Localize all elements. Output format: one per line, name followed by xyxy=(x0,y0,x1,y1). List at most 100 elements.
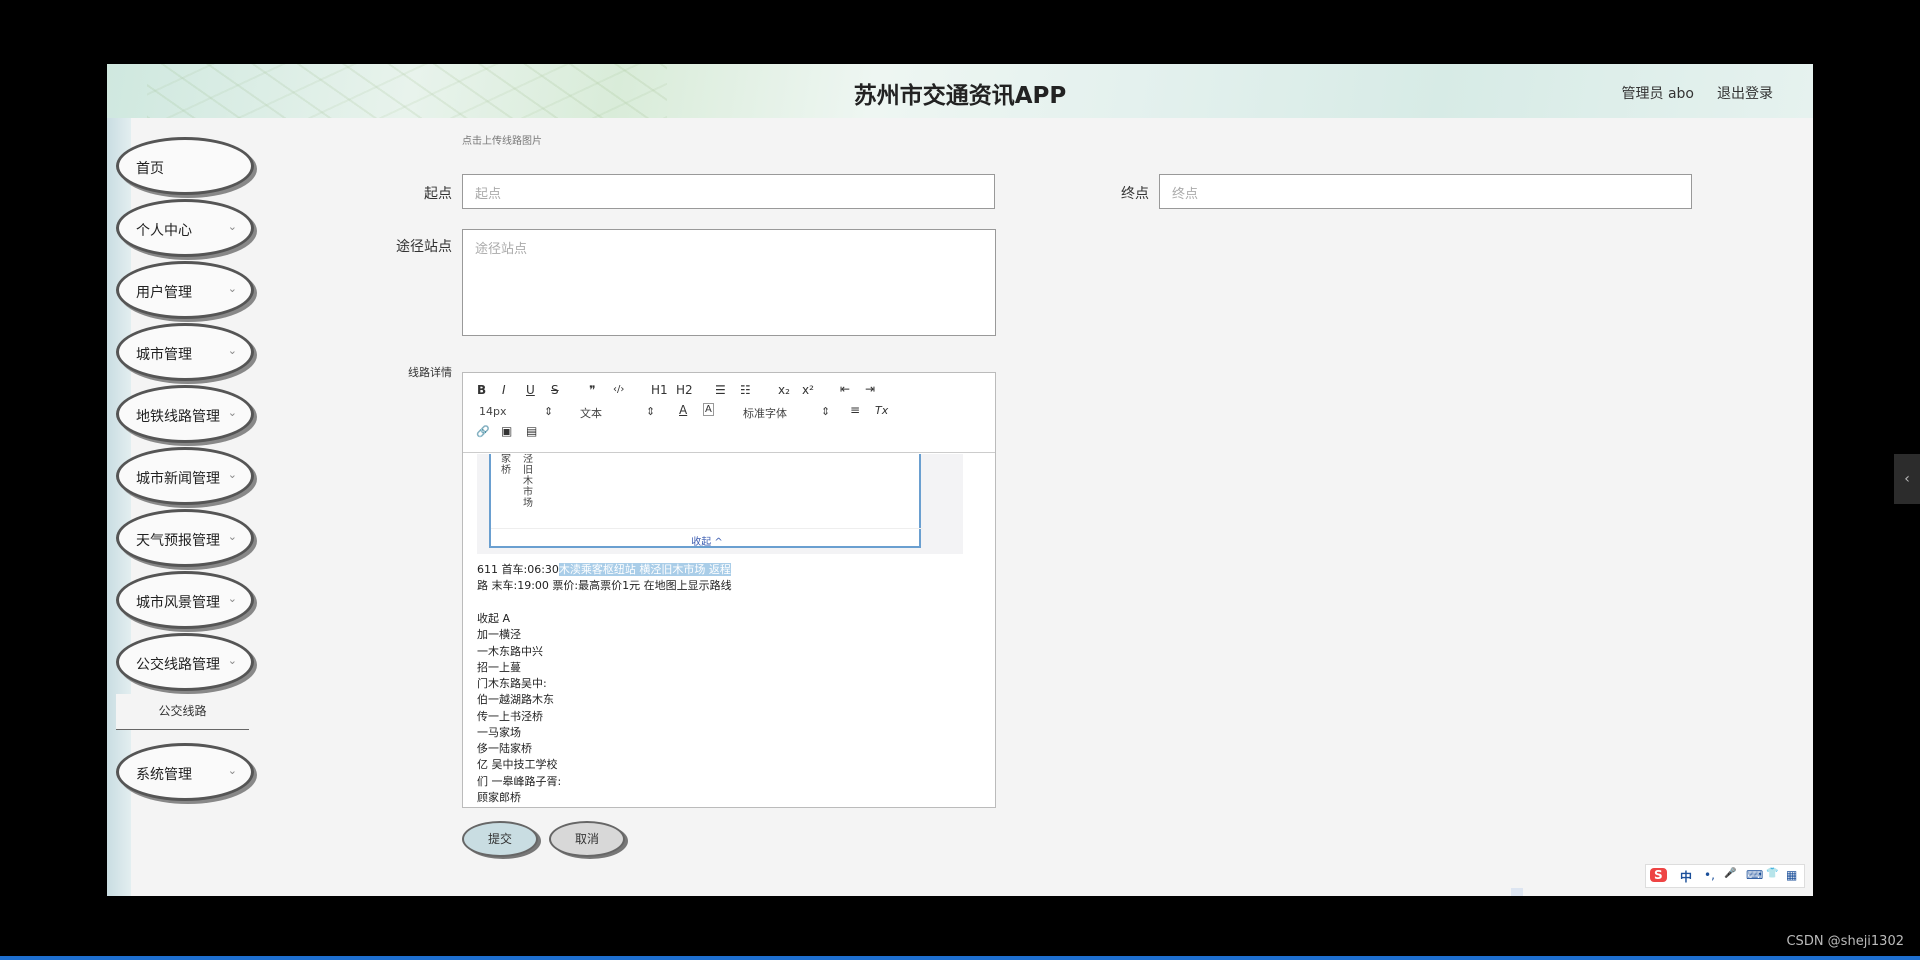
route-info-line: 611 首车:06:30木渎乘客枢纽站 横泾旧木市场 返程 xyxy=(477,561,731,577)
select-arrows-icon: ⇕ xyxy=(646,405,656,418)
route-image-station-text: 家桥 xyxy=(501,454,511,476)
sidebar-item-label: 城市新闻管理 xyxy=(136,471,220,487)
list-item: 传一上书泾桥 xyxy=(477,710,543,723)
selected-text: 木渎乘客枢纽站 横泾旧木市场 返程 xyxy=(558,563,731,576)
image-icon[interactable]: ▣ xyxy=(501,424,512,438)
italic-button[interactable]: I xyxy=(502,383,506,397)
route-image-station-text: 泾旧木市场 xyxy=(523,454,533,509)
end-input[interactable]: 终点 xyxy=(1159,174,1692,209)
sidebar-item-label: 天气预报管理 xyxy=(136,533,220,549)
sidebar-item-label: 首页 xyxy=(136,161,164,177)
sidebar-item-profile[interactable]: 个人中心 ⌄ xyxy=(116,199,254,257)
font-color-icon[interactable]: A xyxy=(679,403,687,417)
sidebar-item-system[interactable]: 系统管理 ⌄ xyxy=(116,743,254,801)
editor-content[interactable]: 家桥 泾旧木市场 收起 ^ 611 首车:06:30木渎乘客枢纽站 横泾旧木市场… xyxy=(463,454,995,807)
list-item: 顾家郎桥 xyxy=(477,791,521,804)
text-type-select[interactable]: 文本 ⇕ xyxy=(580,405,655,421)
route-detail-label: 线路详情 xyxy=(408,366,452,379)
chevron-down-icon: ⌄ xyxy=(227,654,237,667)
list-item: 一木东路中兴 xyxy=(477,645,543,658)
cancel-button[interactable]: 取消 xyxy=(549,821,625,857)
font-family-select[interactable]: 标准字体 ⇕ xyxy=(743,405,830,421)
outdent-icon[interactable]: ⇤ xyxy=(840,382,850,396)
sidebar-item-metro[interactable]: 地铁线路管理 ⌄ xyxy=(116,385,254,443)
bold-button[interactable]: B xyxy=(477,383,486,397)
rich-text-editor[interactable]: B I U S ❞ ‹/› H1 H2 ☰ ☷ x₂ x² ⇤ ⇥ 14px ⇕ … xyxy=(462,372,996,808)
clear-format-icon[interactable]: Tx xyxy=(875,404,888,417)
sidebar-item-weather[interactable]: 天气预报管理 ⌄ xyxy=(116,509,254,567)
sidebar-item-label: 地铁线路管理 xyxy=(136,409,220,425)
sidebar-item-users[interactable]: 用户管理 ⌄ xyxy=(116,261,254,319)
list-item: 一马家场 xyxy=(477,726,521,739)
underline-button[interactable]: U xyxy=(526,383,535,397)
ime-toolbar[interactable]: S 中 •, 🎤 ⌨ 👕 ▦ xyxy=(1645,864,1805,888)
ime-logo-icon[interactable]: S xyxy=(1650,868,1667,882)
code-block-icon[interactable]: ‹/› xyxy=(613,384,624,395)
ordered-list-icon[interactable]: ☰ xyxy=(715,383,726,397)
sidebar-item-label: 公交线路管理 xyxy=(136,657,220,673)
list-item: 门木东路吴中: xyxy=(477,677,547,690)
sidebar-item-cities[interactable]: 城市管理 ⌄ xyxy=(116,323,254,381)
chevron-down-icon: ⌄ xyxy=(227,468,237,481)
start-label: 起点 xyxy=(424,186,452,202)
embedded-route-image: 家桥 泾旧木市场 收起 ^ xyxy=(477,454,963,554)
indent-icon[interactable]: ⇥ xyxy=(865,382,875,396)
select-arrows-icon: ⇕ xyxy=(544,405,554,418)
font-family-value: 标准字体 xyxy=(743,407,787,420)
bullet-list-icon[interactable]: ☷ xyxy=(740,383,751,397)
strikethrough-button[interactable]: S xyxy=(551,383,559,397)
chevron-down-icon: ⌄ xyxy=(227,344,237,357)
route-info-line: 路 末车:19:00 票价:最高票价1元 在地图上显示路线 xyxy=(477,579,732,592)
sidebar-item-label: 城市风景管理 xyxy=(136,595,220,611)
sidebar-item-news[interactable]: 城市新闻管理 ⌄ xyxy=(116,447,254,505)
chevron-down-icon: ⌄ xyxy=(227,764,237,777)
route-info-text: 611 首车:06:30 xyxy=(477,563,559,576)
ime-language-toggle[interactable]: 中 xyxy=(1680,868,1692,885)
via-stations-textarea[interactable]: 途径站点 xyxy=(462,229,996,336)
subscript-button[interactable]: x₂ xyxy=(778,383,790,397)
chevron-down-icon: ⌄ xyxy=(227,406,237,419)
progress-bar xyxy=(0,956,1920,960)
blockquote-icon[interactable]: ❞ xyxy=(589,383,595,397)
sidebar-item-bus[interactable]: 公交线路管理 ⌄ xyxy=(116,633,254,691)
list-item: 亿 吴中技工学校 xyxy=(477,758,558,771)
sidebar-item-label: 用户管理 xyxy=(136,285,192,301)
list-item: 们 一皋峰路子胥: xyxy=(477,775,562,788)
select-arrows-icon: ⇕ xyxy=(821,405,831,418)
superscript-button[interactable]: x² xyxy=(802,383,814,397)
video-icon[interactable]: ▤ xyxy=(526,424,537,438)
route-image-frame: 家桥 泾旧木市场 收起 ^ xyxy=(489,454,923,548)
list-item: 加一横泾 xyxy=(477,628,521,641)
grid-menu-icon[interactable]: ▦ xyxy=(1786,868,1797,882)
collapse-panel-tab[interactable]: ‹ xyxy=(1894,454,1920,504)
microphone-icon[interactable]: 🎤 xyxy=(1724,868,1736,879)
start-input[interactable]: 起点 xyxy=(462,174,995,209)
heading1-button[interactable]: H1 xyxy=(651,383,668,397)
chevron-down-icon: ⌄ xyxy=(227,530,237,543)
background-color-icon[interactable]: A xyxy=(703,403,714,416)
logout-link[interactable]: 退出登录 xyxy=(1717,83,1773,103)
watermark-logo-icon xyxy=(1511,888,1523,896)
keyboard-icon[interactable]: ⌨ xyxy=(1746,868,1763,882)
font-size-value: 14px xyxy=(479,405,507,418)
end-label: 终点 xyxy=(1121,186,1149,202)
font-size-select[interactable]: 14px ⇕ xyxy=(479,405,553,418)
header-bar: 苏州市交通资讯APP 管理员 abo 退出登录 xyxy=(107,64,1813,118)
upload-image-hint[interactable]: 点击上传线路图片 xyxy=(462,132,542,147)
list-item: 侈一陆家桥 xyxy=(477,742,532,755)
sidebar-item-label: 城市管理 xyxy=(136,347,192,363)
list-item: 伯一越湖路木东 xyxy=(477,693,554,706)
submit-button[interactable]: 提交 xyxy=(462,821,538,857)
sidebar-subitem-bus-lines[interactable]: 公交线路 xyxy=(116,694,249,730)
align-icon[interactable]: ≡ xyxy=(850,403,860,417)
chevron-down-icon: ⌄ xyxy=(227,282,237,295)
watermark-text: CSDN @sheji1302 xyxy=(1786,934,1904,949)
sidebar-item-home[interactable]: 首页 xyxy=(116,137,254,195)
skin-icon[interactable]: 👕 xyxy=(1766,868,1778,879)
heading2-button[interactable]: H2 xyxy=(676,383,693,397)
ime-punctuation-icon[interactable]: •, xyxy=(1704,868,1715,882)
link-icon[interactable]: 🔗 xyxy=(476,425,490,438)
sidebar-item-scenery[interactable]: 城市风景管理 ⌄ xyxy=(116,571,254,629)
sidebar-item-label: 系统管理 xyxy=(136,767,192,783)
chevron-down-icon: ⌄ xyxy=(227,220,237,233)
